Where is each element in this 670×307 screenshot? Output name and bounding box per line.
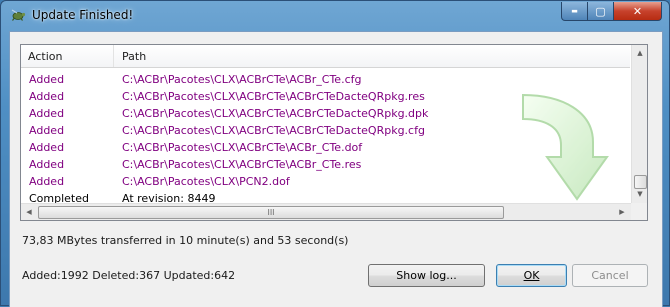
show-log-label: Show log... <box>396 269 457 282</box>
maximize-button[interactable]: ▢ <box>588 2 614 21</box>
ok-label: OK <box>523 269 540 282</box>
scroll-grip-icon: III <box>267 208 275 217</box>
title-bar[interactable]: Update Finished! ▬ ▢ ✕ <box>1 1 669 31</box>
row-path: C:\ACBr\Pacotes\CLX\ACBrCTe\ACBr_CTe.res <box>122 158 362 171</box>
horizontal-scroll-thumb[interactable]: III <box>38 206 504 219</box>
close-button[interactable]: ✕ <box>614 2 662 21</box>
row-action: Added <box>29 141 65 154</box>
column-divider[interactable] <box>113 45 114 67</box>
row-action: Added <box>29 124 65 137</box>
list-rows: Added C:\ACBr\Pacotes\CLX\ACBrCTe\ACBr_C… <box>21 71 630 207</box>
scroll-left-icon[interactable]: ◀ <box>21 204 37 220</box>
minimize-button[interactable]: ▬ <box>561 2 588 21</box>
close-icon: ✕ <box>632 4 643 18</box>
maximize-icon: ▢ <box>595 4 606 18</box>
row-action: Added <box>29 73 65 86</box>
scrollbar-corner <box>631 203 647 220</box>
vertical-scrollbar[interactable]: ▲ ▼ <box>631 45 647 203</box>
scroll-up-icon[interactable]: ▲ <box>632 45 647 61</box>
table-row[interactable]: Added C:\ACBr\Pacotes\CLX\ACBrCTe\ACBr_C… <box>21 139 630 156</box>
row-path: C:\ACBr\Pacotes\CLX\ACBrCTe\ACBrCTeDacte… <box>122 90 425 103</box>
minimize-icon: ▬ <box>571 7 578 15</box>
table-row[interactable]: Added C:\ACBr\Pacotes\CLX\ACBrCTe\ACBrCT… <box>21 122 630 139</box>
transfer-summary: 73,83 MBytes transferred in 10 minute(s)… <box>22 234 349 247</box>
update-log-list[interactable]: Action Path Added C:\ACBr\Pacotes\CLX\AC… <box>20 44 648 221</box>
ok-button[interactable]: OK <box>496 264 567 287</box>
change-stats: Added:1992 Deleted:367 Updated:642 <box>22 269 236 282</box>
list-header: Action Path <box>21 45 630 68</box>
row-path: C:\ACBr\Pacotes\CLX\ACBrCTe\ACBrCTeDacte… <box>122 124 425 137</box>
row-path: C:\ACBr\Pacotes\CLX\ACBrCTe\ACBrCTeDacte… <box>122 107 429 120</box>
show-log-button[interactable]: Show log... <box>368 264 485 287</box>
row-path: C:\ACBr\Pacotes\CLX\ACBrCTe\ACBr_CTe.cfg <box>122 73 362 86</box>
cancel-label: Cancel <box>591 269 629 282</box>
cancel-button[interactable]: Cancel <box>572 264 648 287</box>
dialog-body: Action Path Added C:\ACBr\Pacotes\CLX\AC… <box>9 31 663 307</box>
window-title: Update Finished! <box>32 8 134 22</box>
table-row[interactable]: Added C:\ACBr\Pacotes\CLX\ACBrCTe\ACBrCT… <box>21 88 630 105</box>
tortoise-icon <box>11 9 26 21</box>
horizontal-scrollbar[interactable]: ◀ III ▶ <box>21 203 631 220</box>
row-action: Added <box>29 158 65 171</box>
row-action: Added <box>29 107 65 120</box>
row-action: Added <box>29 175 65 188</box>
table-row[interactable]: Added C:\ACBr\Pacotes\CLX\ACBrCTe\ACBr_C… <box>21 156 630 173</box>
table-row[interactable]: Added C:\ACBr\Pacotes\CLX\ACBrCTe\ACBrCT… <box>21 105 630 122</box>
row-path: C:\ACBr\Pacotes\CLX\ACBrCTe\ACBr_CTe.dof <box>122 141 363 154</box>
row-path: C:\ACBr\Pacotes\CLX\PCN2.dof <box>122 175 290 188</box>
scroll-right-icon[interactable]: ▶ <box>614 204 630 220</box>
update-window: Update Finished! ▬ ▢ ✕ Action Path Added… <box>0 0 670 307</box>
column-header-action[interactable]: Action <box>28 50 62 63</box>
table-row[interactable]: Added C:\ACBr\Pacotes\CLX\ACBrCTe\ACBr_C… <box>21 71 630 88</box>
row-action: Added <box>29 90 65 103</box>
column-header-path[interactable]: Path <box>122 50 146 63</box>
scroll-down-icon[interactable]: ▼ <box>632 186 647 202</box>
table-row[interactable]: Added C:\ACBr\Pacotes\CLX\PCN2.dof <box>21 173 630 190</box>
